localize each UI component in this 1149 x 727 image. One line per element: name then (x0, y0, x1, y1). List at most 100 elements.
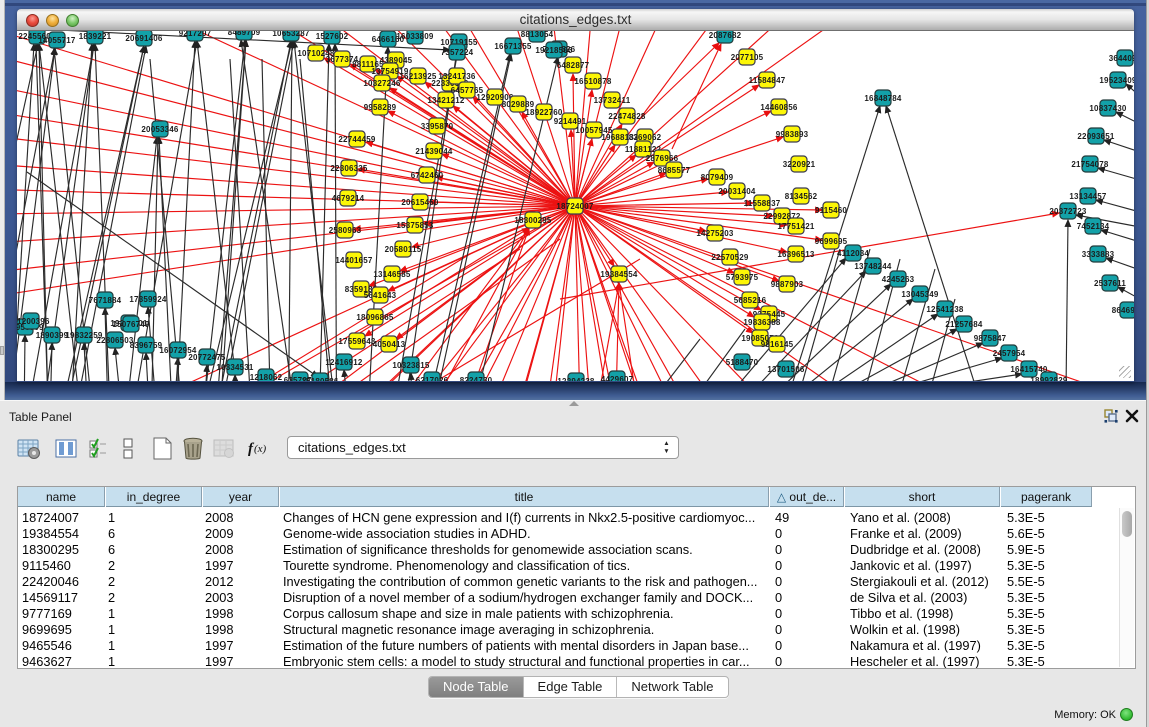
svg-text:8646997: 8646997 (1112, 306, 1134, 315)
svg-text:9887903: 9887903 (771, 280, 804, 289)
svg-text:4112034: 4112034 (837, 249, 869, 258)
svg-text:6217026: 6217026 (416, 376, 449, 381)
svg-text:16848784: 16848784 (864, 94, 902, 103)
svg-text:9983893: 9983893 (776, 130, 809, 139)
svg-text:7357224: 7357224 (441, 48, 474, 57)
svg-text:18922760: 18922760 (525, 108, 563, 117)
svg-text:13421212: 13421212 (427, 96, 465, 105)
svg-text:13732411: 13732411 (594, 96, 631, 105)
svg-text:6482877: 6482877 (557, 61, 590, 70)
svg-text:5188470: 5188470 (726, 358, 759, 367)
svg-text:19836388: 19836388 (743, 318, 781, 327)
svg-text:5793975: 5793975 (726, 273, 759, 282)
svg-text:10653287: 10653287 (272, 31, 310, 38)
svg-text:9875847: 9875847 (974, 334, 1007, 343)
svg-text:20031404: 20031404 (718, 187, 756, 196)
svg-text:5641643: 5641643 (364, 291, 397, 300)
svg-text:12541238: 12541238 (926, 305, 964, 314)
svg-text:21200396: 21200396 (17, 317, 50, 326)
svg-text:11584847: 11584847 (749, 76, 786, 85)
svg-text:16396513: 16396513 (777, 250, 815, 259)
svg-text:17359924: 17359924 (129, 295, 167, 304)
svg-text:8489709: 8489709 (228, 31, 261, 37)
svg-text:14401657: 14401657 (335, 256, 373, 265)
svg-text:10327246: 10327246 (363, 79, 401, 88)
svg-text:9217207: 9217207 (179, 31, 212, 38)
svg-text:9214491: 9214491 (554, 117, 587, 126)
svg-text:13146585: 13146585 (373, 270, 411, 279)
svg-text:16033809: 16033809 (396, 32, 434, 41)
svg-text:9816145: 9816145 (761, 340, 794, 349)
svg-text:8224730: 8224730 (460, 376, 493, 381)
svg-text:1218062: 1218062 (250, 373, 283, 381)
svg-text:22474828: 22474828 (608, 112, 646, 121)
svg-text:20580115: 20580115 (385, 245, 422, 254)
svg-text:13134457: 13134457 (1069, 192, 1107, 201)
svg-text:10837430: 10837430 (1089, 104, 1127, 113)
svg-text:3333883: 3333883 (1082, 250, 1115, 259)
svg-text:2537611: 2537611 (1094, 279, 1126, 288)
svg-text:18724007: 18724007 (556, 202, 594, 211)
svg-text:1890399: 1890399 (36, 331, 69, 340)
svg-text:16671355: 16671355 (494, 42, 532, 51)
svg-text:15375853: 15375853 (396, 221, 434, 230)
svg-text:2580963: 2580963 (329, 226, 362, 235)
svg-text:13241736: 13241736 (438, 72, 476, 81)
svg-text:21257684: 21257684 (945, 320, 983, 329)
svg-text:8134562: 8134562 (785, 192, 818, 201)
svg-text:22306335: 22306335 (330, 164, 368, 173)
svg-text:13748244: 13748244 (854, 262, 892, 271)
svg-text:13045349: 13045349 (901, 290, 939, 299)
svg-text:7671884: 7671884 (89, 296, 122, 305)
svg-text:11558837: 11558837 (744, 199, 781, 208)
svg-text:20691406: 20691406 (125, 34, 163, 43)
svg-text:4429607: 4429607 (601, 375, 634, 381)
svg-text:16510878: 16510878 (574, 77, 612, 86)
svg-text:1527602: 1527602 (316, 32, 349, 41)
svg-text:9958289: 9958289 (364, 103, 397, 112)
svg-text:8685577: 8685577 (658, 166, 691, 175)
svg-text:21439044: 21439044 (415, 147, 453, 156)
svg-text:14460856: 14460856 (760, 103, 798, 112)
svg-text:(x): (x) (254, 443, 267, 455)
svg-text:9699695: 9699695 (815, 237, 848, 246)
svg-text:3220921: 3220921 (783, 160, 816, 169)
svg-text:15076749: 15076749 (112, 320, 150, 329)
svg-text:7452134: 7452134 (1077, 222, 1110, 231)
svg-text:10323815: 10323815 (392, 361, 430, 370)
svg-text:2087682: 2087682 (709, 31, 742, 40)
svg-text:17559643: 17559643 (338, 337, 376, 346)
svg-text:2457954: 2457954 (993, 349, 1026, 358)
svg-text:15180586: 15180586 (301, 377, 339, 381)
svg-text:19384554: 19384554 (600, 270, 638, 279)
svg-text:19218506: 19218506 (535, 46, 573, 55)
svg-text:14055717: 14055717 (38, 36, 76, 45)
svg-text:2077105: 2077105 (731, 53, 764, 62)
svg-text:4679214: 4679214 (332, 194, 365, 203)
svg-text:22570529: 22570529 (711, 253, 749, 262)
svg-text:12416912: 12416912 (325, 358, 363, 367)
svg-text:8079409: 8079409 (701, 173, 734, 182)
svg-text:4050413: 4050413 (373, 340, 406, 349)
svg-text:8396759: 8396759 (130, 341, 163, 350)
svg-text:3395870: 3395870 (421, 122, 454, 131)
svg-text:4245263: 4245263 (882, 275, 915, 284)
svg-text:6742460: 6742460 (411, 171, 444, 180)
svg-text:12294238: 12294238 (557, 377, 595, 381)
svg-text:9115460: 9115460 (815, 206, 847, 215)
svg-text:20772475: 20772475 (188, 353, 226, 362)
svg-text:13701506: 13701506 (767, 365, 805, 374)
svg-text:20053346: 20053346 (141, 125, 179, 134)
svg-text:18300295: 18300295 (514, 216, 552, 225)
svg-text:22093651: 22093651 (1077, 132, 1115, 141)
svg-text:19523409: 19523409 (1099, 76, 1134, 85)
svg-text:10334531: 10334531 (216, 363, 254, 372)
svg-text:18096865: 18096865 (356, 313, 394, 322)
svg-text:5685216: 5685216 (734, 296, 767, 305)
svg-text:18992829: 18992829 (1030, 376, 1068, 381)
svg-text:1839221: 1839221 (79, 32, 112, 41)
svg-text:22806503: 22806503 (96, 336, 134, 345)
svg-text:14275203: 14275203 (696, 229, 734, 238)
svg-text:17751421: 17751421 (777, 222, 815, 231)
svg-text:3644095: 3644095 (1109, 54, 1134, 63)
